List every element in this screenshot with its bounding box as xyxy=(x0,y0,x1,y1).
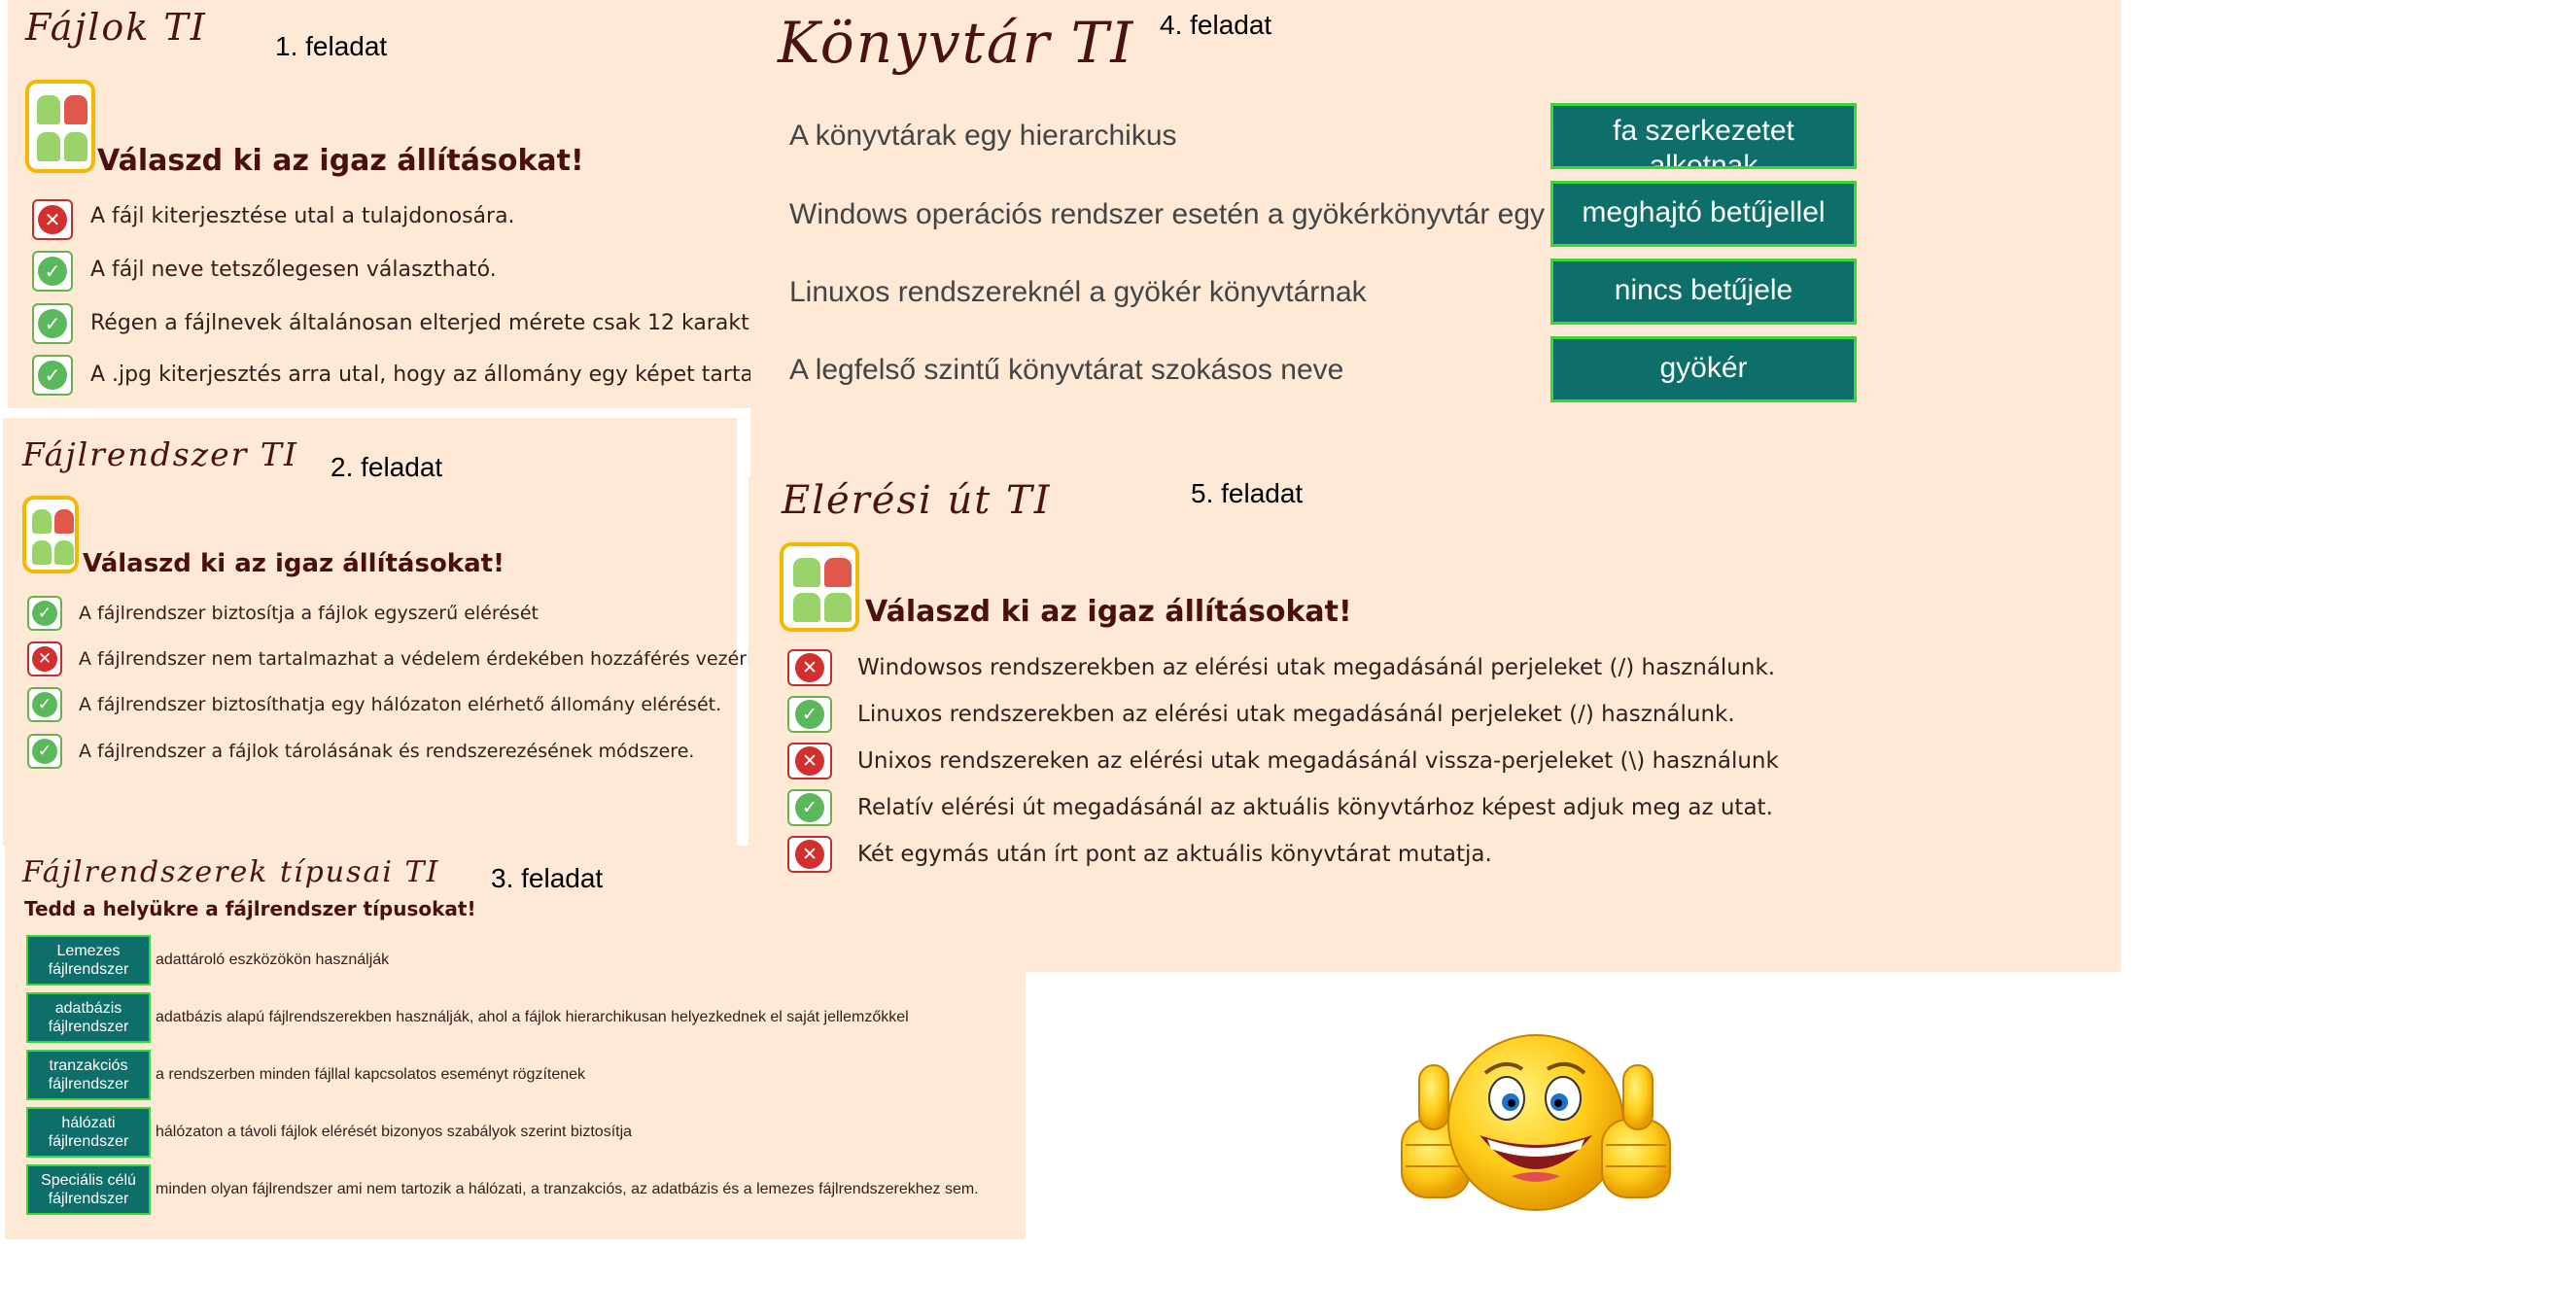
type-description: a rendszerben minden fájllal kapcsolatos… xyxy=(156,1066,586,1083)
type-button-tranzakcios[interactable]: tranzakciós fájlrendszer xyxy=(26,1050,151,1100)
green-check-icon[interactable]: ✓ xyxy=(32,251,73,292)
green-check-icon[interactable]: ✓ xyxy=(27,734,62,769)
red-x-icon[interactable]: ✕ xyxy=(27,641,62,676)
type-description: hálózaton a távoli fájlok elérését bizon… xyxy=(156,1124,633,1140)
answer-button[interactable]: fa szerkezetet alkotnak xyxy=(1550,103,1857,169)
red-x-icon[interactable]: ✕ xyxy=(787,743,832,779)
type-description: adattároló eszközökön használják xyxy=(156,952,390,968)
task3-label: 3. feladat xyxy=(491,863,604,893)
green-check-icon[interactable]: ✓ xyxy=(27,687,62,722)
task5-label: 5. feladat xyxy=(1191,478,1304,508)
green-check-icon[interactable]: ✓ xyxy=(32,355,73,396)
type-button-specialis[interactable]: Speciális célú fájlrendszer xyxy=(26,1164,151,1215)
task4-question: Linuxos rendszereknél a gyökér könyvtárn… xyxy=(789,276,1367,308)
task2-label: 2. feladat xyxy=(331,452,443,482)
red-x-icon[interactable]: ✕ xyxy=(787,836,832,873)
answer-button[interactable]: meghajtó betűjellel xyxy=(1550,181,1857,247)
task2-statement: A fájlrendszer biztosíthatja egy hálózat… xyxy=(79,694,722,715)
task2-statement: A fájlrendszer a fájlok tárolásának és r… xyxy=(79,741,695,762)
task4-question: A könyvtárak egy hierarchikus xyxy=(789,120,1177,152)
type-button-halozati[interactable]: hálózati fájlrendszer xyxy=(26,1107,151,1158)
task4-question: Windows operációs rendszer esetén a gyök… xyxy=(789,198,1546,230)
type-description: minden olyan fájlrendszer ami nem tartoz… xyxy=(156,1181,979,1197)
task5-statement: Windowsos rendszerekben az elérési utak … xyxy=(857,655,1776,680)
task3-instruction: Tedd a helyükre a fájlrendszer típusokat… xyxy=(24,897,476,920)
task3-title: Fájlrendszerek típusai TI xyxy=(22,855,440,889)
task4-title: Könyvtár TI xyxy=(778,10,1135,76)
task4-question: A legfelső szintű könyvtárat szokásos ne… xyxy=(789,354,1344,386)
task1-statement: A fájl kiterjesztése utal a tulajdonosár… xyxy=(90,204,515,228)
task2-title: Fájlrendszer TI xyxy=(22,435,298,473)
task2-statement: A fájlrendszer biztosítja a fájlok egysz… xyxy=(79,603,539,624)
type-description: adatbázis alapú fájlrendszerekben haszná… xyxy=(156,1009,909,1025)
task1-instruction: Válaszd ki az igaz állításokat! xyxy=(97,144,584,178)
task5-statement: Két egymás után írt pont az aktuális kön… xyxy=(857,842,1492,867)
task1-label: 1. feladat xyxy=(275,31,388,61)
task1-statement: A .jpg kiterjesztés arra utal, hogy az á… xyxy=(90,363,812,387)
type-button-lemezes[interactable]: Lemezes fájlrendszer xyxy=(26,935,151,986)
red-x-icon[interactable]: ✕ xyxy=(32,199,73,240)
task1-statement: Régen a fájlnevek általánosan elterjed m… xyxy=(90,311,825,335)
red-x-icon[interactable]: ✕ xyxy=(787,649,832,686)
type-button-adatbazis[interactable]: adatbázis fájlrendszer xyxy=(26,992,151,1043)
task2-statement: A fájlrendszer nem tartalmazhat a védele… xyxy=(79,648,781,670)
task5-statement: Unixos rendszereken az elérési utak mega… xyxy=(857,748,1779,774)
answer-button[interactable]: gyökér xyxy=(1550,336,1857,402)
task5-statement: Linuxos rendszerekben az elérési utak me… xyxy=(857,702,1735,727)
task1-title: Fájlok TI xyxy=(25,6,207,49)
green-check-icon[interactable]: ✓ xyxy=(27,596,62,631)
task5-panel: Elérési út TI Válaszd ki az igaz állítás… xyxy=(748,476,2121,972)
task1-statement: A fájl neve tetszőlegesen választható. xyxy=(90,258,497,282)
quiz-app-logo-icon xyxy=(25,80,95,173)
green-check-icon[interactable]: ✓ xyxy=(787,789,832,826)
task5-statement: Relatív elérési út megadásánál az aktuál… xyxy=(857,795,1773,820)
task5-title: Elérési út TI xyxy=(782,478,1052,523)
task4-panel: Könyvtár TI A könyvtárak egy hierarchiku… xyxy=(750,0,2121,476)
quiz-app-logo-icon xyxy=(780,542,859,632)
answer-button[interactable]: nincs betűjele xyxy=(1550,259,1857,325)
task5-instruction: Válaszd ki az igaz állításokat! xyxy=(865,595,1352,629)
thumbs-up-smiley-emoji-icon xyxy=(1390,1030,1682,1225)
green-check-icon[interactable]: ✓ xyxy=(787,696,832,733)
green-check-icon[interactable]: ✓ xyxy=(32,303,73,344)
task4-label: 4. feladat xyxy=(1160,10,1272,40)
quiz-app-logo-icon xyxy=(22,496,79,573)
task2-instruction: Válaszd ki az igaz állításokat! xyxy=(83,549,505,578)
